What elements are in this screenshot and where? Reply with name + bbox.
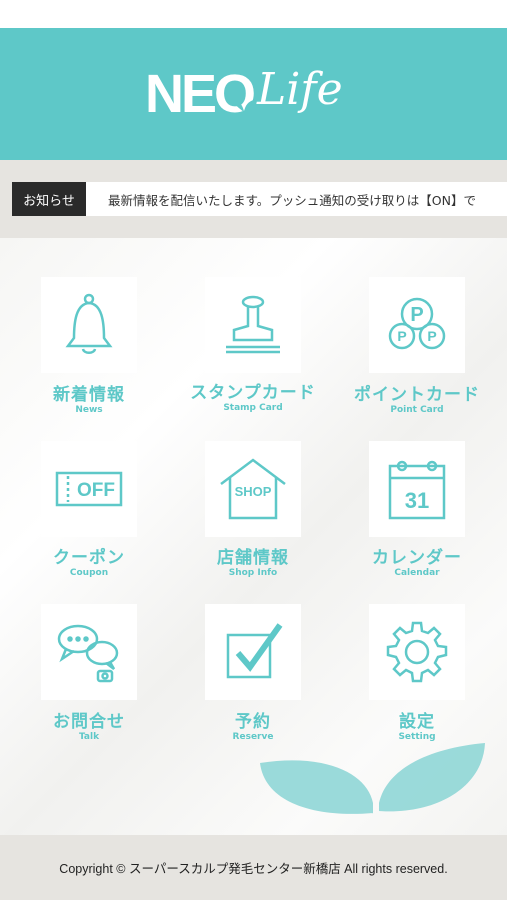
menu-sublabel-calendar: Calendar xyxy=(394,568,440,578)
logo-life-text: Life xyxy=(257,64,343,115)
menu-sublabel-coupon: Coupon xyxy=(69,568,109,578)
gear-icon xyxy=(386,621,448,683)
menu-tile-shop-info[interactable]: SHOP xyxy=(205,441,301,537)
sprout-decoration xyxy=(260,743,485,835)
menu-sublabel-talk: Talk xyxy=(78,732,100,742)
menu-tile-news[interactable] xyxy=(41,277,137,373)
svg-text:P: P xyxy=(397,328,406,344)
shop-icon-text: SHOP xyxy=(235,484,272,499)
menu-label-coupon: クーポン xyxy=(53,548,125,568)
menu-label-shop-info: 店舗情報 xyxy=(217,548,289,568)
chat-icon xyxy=(57,624,119,683)
app-header: NEO Life xyxy=(0,28,507,160)
leaf-icon xyxy=(234,100,254,112)
coupon-icon: OFF xyxy=(55,471,123,507)
stamp-icon xyxy=(226,295,280,354)
svg-text:P: P xyxy=(410,304,423,326)
news-ticker[interactable]: 最新情報を配信いたします。プッシュ通知の受け取りは【ON】で xyxy=(86,182,507,216)
calendar-icon: 31 xyxy=(388,460,446,520)
calendar-icon-text: 31 xyxy=(405,488,429,513)
menu-label-calendar: カレンダー xyxy=(372,548,462,568)
points-icon: P P P xyxy=(388,297,446,350)
footer: Copyright © スーパースカルプ発毛センター新橋店 All rights… xyxy=(0,835,507,900)
menu-label-reserve: 予約 xyxy=(235,712,271,732)
app-logo: NEO Life xyxy=(145,60,365,130)
menu-tile-point-card[interactable]: P P P xyxy=(369,277,465,373)
menu-sublabel-shop-info: Shop Info xyxy=(228,568,278,578)
menu-label-point-card: ポイントカード xyxy=(354,385,480,405)
menu-tile-coupon[interactable]: OFF xyxy=(41,441,137,537)
menu-tile-setting[interactable] xyxy=(369,604,465,700)
news-label: お知らせ xyxy=(12,182,86,216)
svg-text:P: P xyxy=(427,328,436,344)
menu-sublabel-setting: Setting xyxy=(398,732,436,742)
menu-label-stamp-card: スタンプカード xyxy=(190,383,316,403)
logo-neo-text: NEO xyxy=(145,64,256,124)
checkbox-icon xyxy=(226,623,283,679)
menu-label-setting: 設定 xyxy=(399,712,435,732)
menu-tile-calendar[interactable]: 31 xyxy=(369,441,465,537)
menu-sublabel-reserve: Reserve xyxy=(232,732,274,742)
news-ticker-text: 最新情報を配信いたします。プッシュ通知の受け取りは【ON】で xyxy=(108,192,476,208)
menu-label-talk: お問合せ xyxy=(53,712,125,732)
copyright-text: Copyright © スーパースカルプ発毛センター新橋店 All rights… xyxy=(59,862,448,876)
status-bar xyxy=(0,0,507,28)
menu-tile-stamp-card[interactable] xyxy=(205,277,301,373)
menu-sublabel-news: News xyxy=(75,405,103,415)
menu-sublabel-stamp-card: Stamp Card xyxy=(223,403,283,413)
menu-tile-reserve[interactable] xyxy=(205,604,301,700)
menu-label-news: 新着情報 xyxy=(53,385,125,405)
shop-icon: SHOP xyxy=(220,458,286,520)
menu-sublabel-point-card: Point Card xyxy=(390,405,444,415)
menu-tile-talk[interactable] xyxy=(41,604,137,700)
bell-icon xyxy=(65,293,113,354)
coupon-icon-text: OFF xyxy=(77,480,115,501)
